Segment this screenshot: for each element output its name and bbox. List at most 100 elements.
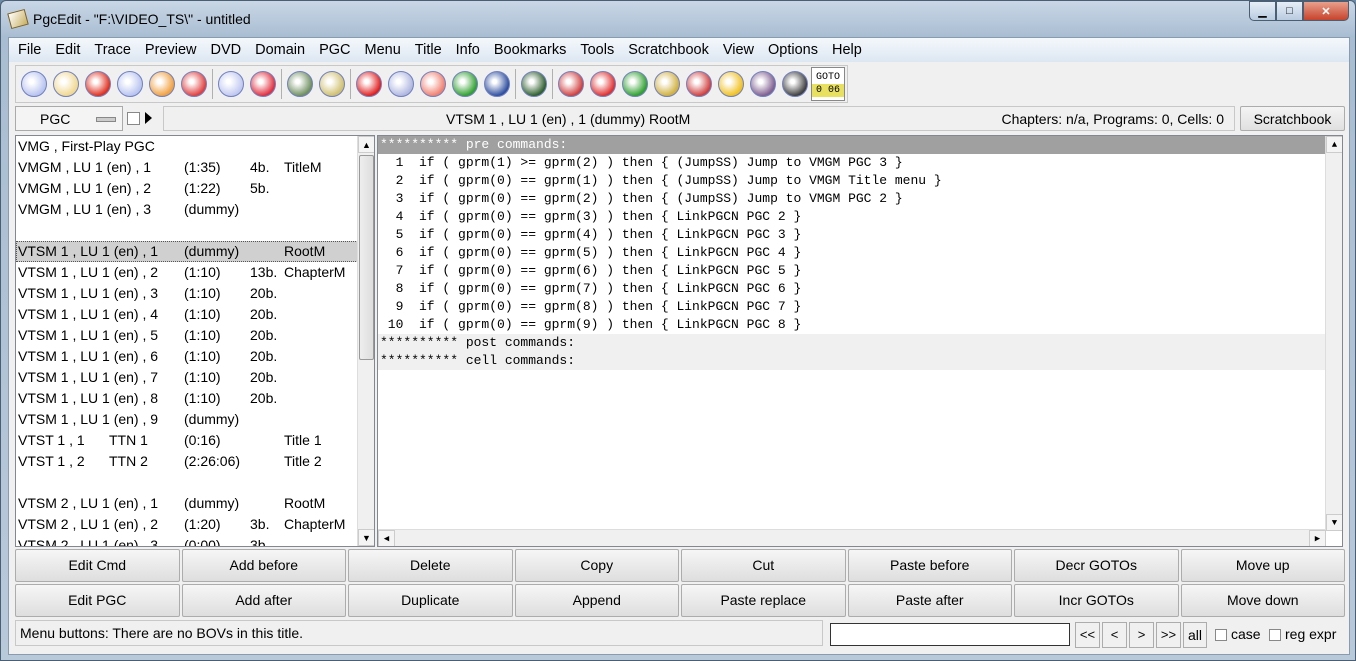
regexpr-checkbox[interactable] — [1269, 629, 1281, 641]
edit-cmd-button[interactable]: Edit Cmd — [15, 549, 180, 582]
menu-domain[interactable]: Domain — [248, 42, 312, 58]
new-button[interactable] — [114, 67, 146, 101]
menu-scratchbook[interactable]: Scratchbook — [621, 42, 716, 58]
command-line[interactable]: 8 if ( gprm(0) == gprm(7) ) then { LinkP… — [378, 280, 1342, 298]
command-line[interactable]: 4 if ( gprm(0) == gprm(3) ) then { LinkP… — [378, 208, 1342, 226]
delete-button[interactable]: Delete — [348, 549, 513, 582]
menu-bookmarks[interactable]: Bookmarks — [487, 42, 574, 58]
find-next-button[interactable]: > — [1129, 622, 1154, 648]
play-table-button[interactable] — [481, 67, 513, 101]
command-line[interactable]: 1 if ( gprm(1) >= gprm(2) ) then { (Jump… — [378, 154, 1342, 172]
cut-button[interactable]: Cut — [681, 549, 846, 582]
move-down-button[interactable]: Move down — [1180, 584, 1345, 617]
code-vscrollbar[interactable]: ▲ ▼ — [1325, 136, 1342, 531]
menu-info[interactable]: Info — [449, 42, 487, 58]
menu-button[interactable] — [619, 67, 651, 101]
close-button[interactable]: ✕ — [1303, 1, 1349, 21]
command-line[interactable]: 10 if ( gprm(0) == gprm(9) ) then { Link… — [378, 316, 1342, 334]
open-dvd-button[interactable] — [18, 67, 50, 101]
pgc-list-item[interactable]: VTSM 2 , LU 1 (en) , 3 (0:00) 3b. — [16, 535, 374, 546]
pgc-list-item[interactable] — [16, 472, 374, 493]
tcl-button[interactable] — [715, 67, 747, 101]
find-last-button[interactable]: >> — [1156, 622, 1181, 648]
paste-replace-button[interactable]: Paste replace — [681, 584, 846, 617]
toggle-checkbox[interactable] — [127, 112, 140, 125]
find-all-button[interactable]: all — [1183, 622, 1207, 648]
append-button[interactable]: Append — [514, 584, 679, 617]
command-line[interactable]: 2 if ( gprm(0) == gprm(1) ) then { (Jump… — [378, 172, 1342, 190]
menu-view[interactable]: View — [716, 42, 761, 58]
duplicate-button[interactable]: Duplicate — [348, 584, 513, 617]
goto-button[interactable]: GOTO 0 06 — [811, 67, 845, 101]
no-film-button[interactable] — [587, 67, 619, 101]
menu-options[interactable]: Options — [761, 42, 825, 58]
command-line[interactable]: 3 if ( gprm(0) == gprm(2) ) then { (Jump… — [378, 190, 1342, 208]
pgc-list-item[interactable]: VMG , First-Play PGC — [16, 136, 374, 157]
pgc-list-item[interactable]: VTSM 2 , LU 1 (en) , 1 (dummy) RootM — [16, 493, 374, 514]
paste-before-button[interactable]: Paste before — [847, 549, 1012, 582]
list-scrollbar[interactable]: ▲ ▼ — [357, 136, 374, 546]
globe-button[interactable] — [449, 67, 481, 101]
pgc-list-item[interactable]: VMGM , LU 1 (en) , 1 (1:35) 4b. TitleM — [16, 157, 374, 178]
pgc-list-item[interactable]: VTSM 1 , LU 1 (en) , 4 (1:10) 20b. — [16, 304, 374, 325]
menu-tools[interactable]: Tools — [573, 42, 621, 58]
scroll-down-icon[interactable]: ▼ — [1326, 514, 1342, 531]
command-line[interactable]: 7 if ( gprm(0) == gprm(6) ) then { LinkP… — [378, 262, 1342, 280]
pgc-list-item[interactable]: VTSM 1 , LU 1 (en) , 6 (1:10) 20b. — [16, 346, 374, 367]
command-line[interactable]: 6 if ( gprm(0) == gprm(5) ) then { LinkP… — [378, 244, 1342, 262]
import-button[interactable] — [247, 67, 279, 101]
menu-edit[interactable]: Edit — [48, 42, 87, 58]
chain-button[interactable] — [651, 67, 683, 101]
paste-after-button[interactable]: Paste after — [847, 584, 1012, 617]
add-before-button[interactable]: Add before — [181, 549, 346, 582]
copy-button[interactable]: Copy — [514, 549, 679, 582]
find-first-button[interactable]: << — [1075, 622, 1100, 648]
multi-disc-button[interactable] — [215, 67, 247, 101]
menu-preview[interactable]: Preview — [138, 42, 204, 58]
open-folder-button[interactable] — [50, 67, 82, 101]
menu-pgc[interactable]: PGC — [312, 42, 357, 58]
jump-button[interactable] — [779, 67, 811, 101]
copy-disc-button[interactable] — [417, 67, 449, 101]
find-input[interactable] — [830, 623, 1070, 646]
menu-menu[interactable]: Menu — [358, 42, 408, 58]
check-button[interactable] — [353, 67, 385, 101]
pgc-list-item[interactable]: VTSM 2 , LU 1 (en) , 2 (1:20) 3b. ChapterM — [16, 514, 374, 535]
menu-dvd[interactable]: DVD — [203, 42, 248, 58]
menu-trace[interactable]: Trace — [87, 42, 138, 58]
scroll-up-icon[interactable]: ▲ — [358, 136, 374, 153]
edit-button[interactable] — [284, 67, 316, 101]
search-dvd-button[interactable] — [178, 67, 210, 101]
scroll-left-icon[interactable]: ◀ — [378, 530, 395, 546]
burn-button[interactable] — [146, 67, 178, 101]
pgc-list-item[interactable]: VTSM 1 , LU 1 (en) , 5 (1:10) 20b. — [16, 325, 374, 346]
case-checkbox[interactable] — [1215, 629, 1227, 641]
film-reel-button[interactable] — [518, 67, 550, 101]
code-hscrollbar[interactable]: ◀ ▶ — [378, 529, 1326, 546]
numbers-search-button[interactable] — [683, 67, 715, 101]
menu-title[interactable]: Title — [408, 42, 449, 58]
scroll-right-icon[interactable]: ▶ — [1309, 530, 1326, 546]
command-line[interactable]: 9 if ( gprm(0) == gprm(8) ) then { LinkP… — [378, 298, 1342, 316]
edit-pgc-button[interactable]: Edit PGC — [15, 584, 180, 617]
incr-gotos-button[interactable]: Incr GOTOs — [1014, 584, 1179, 617]
maximize-button[interactable]: □ — [1276, 1, 1303, 21]
pgc-list-item[interactable]: VTSM 1 , LU 1 (en) , 2 (1:10) 13b. ChapterM — [16, 262, 374, 283]
menu-help[interactable]: Help — [825, 42, 869, 58]
pgc-list-item[interactable]: VMGM , LU 1 (en) , 2 (1:22) 5b. — [16, 178, 374, 199]
pgc-list-item[interactable]: VMGM , LU 1 (en) , 3 (dummy) — [16, 199, 374, 220]
pgc-list-item[interactable]: VTST 1 , 1 TTN 1 (0:16) Title 1 — [16, 430, 374, 451]
pgc-list-item[interactable]: VTSM 1 , LU 1 (en) , 9 (dummy) — [16, 409, 374, 430]
add-after-button[interactable]: Add after — [181, 584, 346, 617]
find-prev-button[interactable]: < — [1102, 622, 1127, 648]
checklist-button[interactable] — [555, 67, 587, 101]
minimize-button[interactable]: ▁ — [1249, 1, 1276, 21]
pgc-list-item[interactable]: VTSM 1 , LU 1 (en) , 7 (1:10) 20b. — [16, 367, 374, 388]
pgc-list-item[interactable]: VTSM 1 , LU 1 (en) , 3 (1:10) 20b. — [16, 283, 374, 304]
play-arrow-icon[interactable] — [145, 112, 152, 124]
menu-file[interactable]: File — [11, 42, 48, 58]
command-editor[interactable]: ********** pre commands: 1 if ( gprm(1) … — [377, 135, 1343, 547]
eye-button[interactable] — [747, 67, 779, 101]
pgc-list-item[interactable]: VTST 1 , 2 TTN 2 (2:26:06) Title 2 — [16, 451, 374, 472]
command-line[interactable]: 5 if ( gprm(0) == gprm(4) ) then { LinkP… — [378, 226, 1342, 244]
